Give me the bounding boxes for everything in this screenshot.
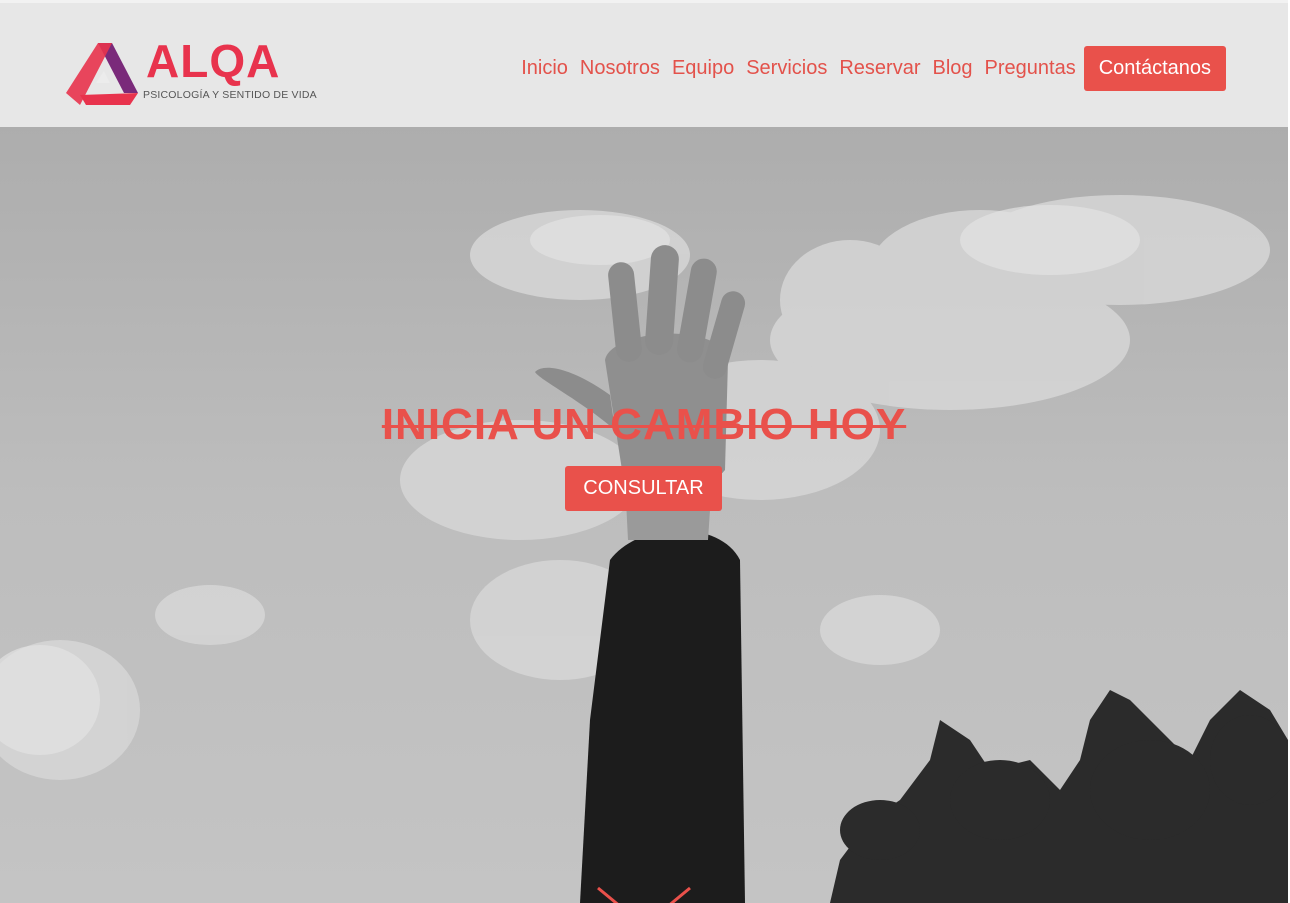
site-header: ALQA PSICOLOGÍA Y SENTIDO DE VIDA Inicio… [0, 0, 1288, 127]
hero-background [0, 0, 1288, 903]
nav-item-servicios[interactable]: Servicios [746, 57, 827, 80]
nav-item-reservar[interactable]: Reservar [839, 57, 920, 80]
consult-button[interactable]: CONSULTAR [565, 466, 722, 511]
brand-tagline: PSICOLOGÍA Y SENTIDO DE VIDA [143, 89, 317, 101]
main-nav: Inicio Nosotros Equipo Servicios Reserva… [521, 46, 1226, 91]
brand-name: ALQA [146, 35, 281, 87]
hero-title: INICIA UN CAMBIO HOY [381, 400, 907, 449]
chevron-down-icon[interactable] [596, 886, 692, 903]
nav-item-equipo[interactable]: Equipo [672, 57, 734, 80]
hero-photo [0, 195, 1288, 903]
brand-logo[interactable]: ALQA PSICOLOGÍA Y SENTIDO DE VIDA [66, 35, 326, 109]
nav-item-blog[interactable]: Blog [933, 57, 973, 80]
nav-item-inicio[interactable]: Inicio [521, 57, 568, 80]
contact-button[interactable]: Contáctanos [1083, 46, 1226, 91]
nav-item-preguntas[interactable]: Preguntas [985, 57, 1076, 80]
nav-item-nosotros[interactable]: Nosotros [580, 57, 660, 80]
logo-triangle-icon [66, 43, 138, 105]
